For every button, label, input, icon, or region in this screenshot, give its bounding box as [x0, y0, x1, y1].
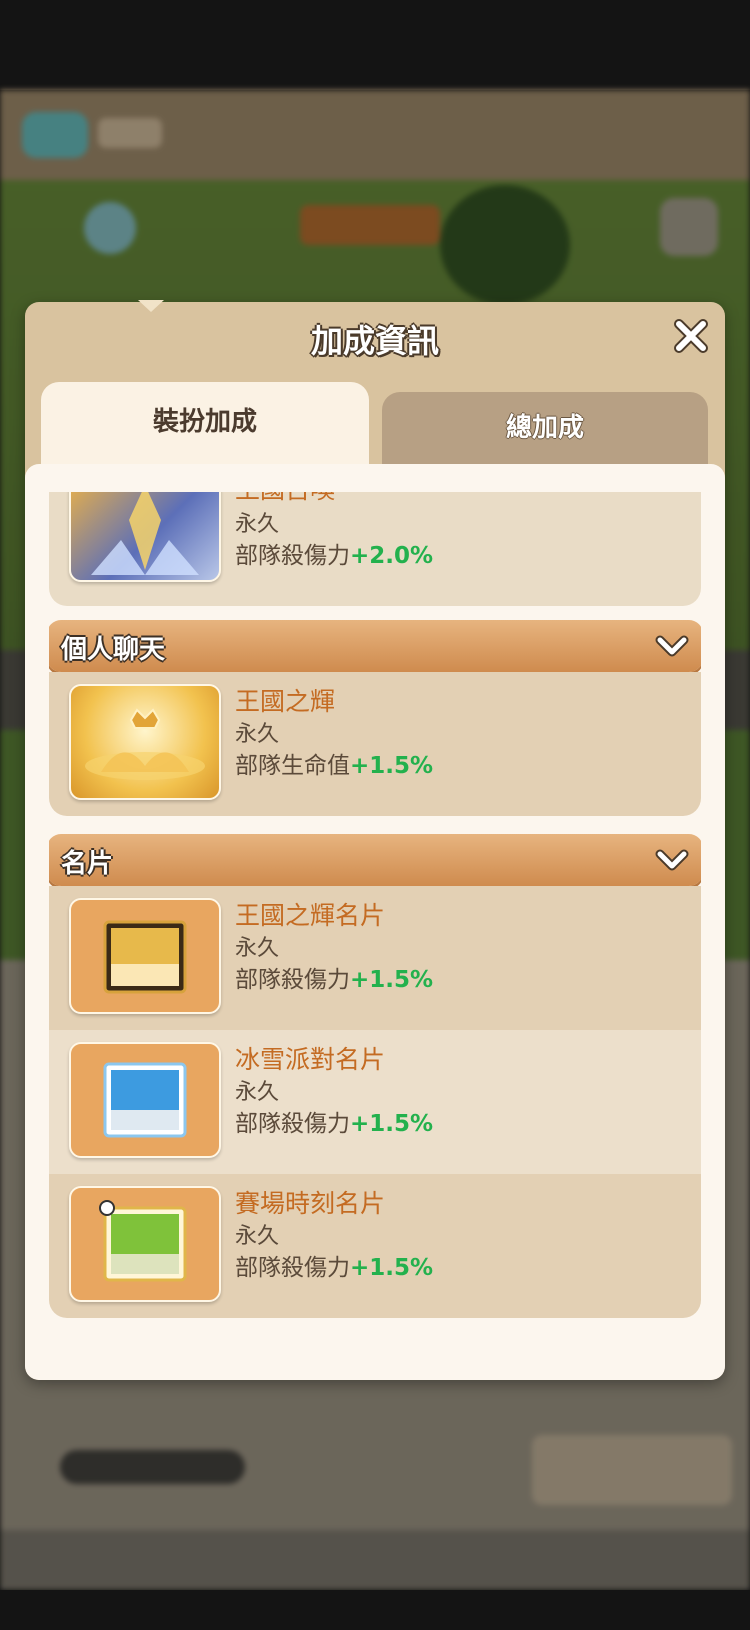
content-panel: 王國召喚 永久 部隊殺傷力+2.0% 個人聊天 — [25, 464, 725, 1380]
section-header-namecard[interactable]: 名片 — [49, 834, 701, 886]
item-name: 賽場時刻名片 — [235, 1189, 386, 1218]
stat-label: 部隊生命值 — [235, 753, 350, 779]
modal-notch — [138, 300, 164, 312]
item-name: 王國之輝名片 — [235, 901, 386, 930]
stat-label: 部隊殺傷力 — [235, 1255, 350, 1281]
tab-label: 總加成 — [505, 413, 584, 443]
stat-label: 部隊殺傷力 — [235, 967, 350, 993]
arena-moment-namecard-thumbnail — [69, 1186, 221, 1302]
chevron-down-icon — [655, 849, 689, 871]
item-stat: 部隊殺傷力+2.0% — [235, 536, 433, 570]
item-stat: 部隊殺傷力+1.5% — [235, 1248, 433, 1282]
tab-total-bonus[interactable]: 總加成 — [382, 392, 708, 464]
list-item: 賽場時刻名片 永久 部隊殺傷力+1.5% — [49, 1174, 701, 1318]
chevron-down-icon — [655, 635, 689, 657]
modal-title: 加成資訊 — [310, 322, 439, 360]
section-title: 個人聊天 — [61, 635, 166, 665]
list-item: 王國召喚 永久 部隊殺傷力+2.0% — [49, 492, 701, 606]
item-stat: 部隊殺傷力+1.5% — [235, 1104, 433, 1138]
list-item: 王國之輝名片 永久 部隊殺傷力+1.5% — [49, 886, 701, 1030]
bonus-list[interactable]: 王國召喚 永久 部隊殺傷力+2.0% 個人聊天 — [49, 492, 701, 1370]
item-duration: 永久 — [235, 936, 280, 961]
kingdom-summon-thumbnail — [69, 492, 221, 582]
item-name: 王國召喚 — [235, 492, 335, 506]
item-stat: 部隊生命值+1.5% — [235, 746, 433, 780]
kingdom-glory-thumbnail — [69, 684, 221, 800]
item-name: 王國之輝 — [235, 687, 336, 716]
bonus-info-modal: 加成資訊 總加成 裝扮加成 王國召喚 永久 — [25, 300, 725, 1380]
item-duration: 永久 — [235, 722, 280, 747]
list-item: 王國之輝 永久 部隊生命值+1.5% — [49, 672, 701, 816]
ice-party-namecard-thumbnail — [69, 1042, 221, 1158]
section-header-chat[interactable]: 個人聊天 — [49, 620, 701, 672]
close-button[interactable] — [671, 316, 711, 356]
stat-value: +2.0% — [350, 543, 434, 569]
item-duration: 永久 — [235, 1224, 280, 1249]
stat-value: +1.5% — [350, 1111, 434, 1137]
item-duration: 永久 — [235, 1080, 280, 1105]
list-item: 冰雪派對名片 永久 部隊殺傷力+1.5% — [49, 1030, 701, 1174]
item-stat: 部隊殺傷力+1.5% — [235, 960, 433, 994]
tab-outfit-bonus[interactable]: 裝扮加成 — [41, 382, 369, 464]
stat-value: +1.5% — [350, 1255, 434, 1281]
stat-value: +1.5% — [350, 753, 434, 779]
item-name: 冰雪派對名片 — [235, 1045, 386, 1074]
stat-label: 部隊殺傷力 — [235, 1111, 350, 1137]
kingdom-glory-namecard-thumbnail — [69, 898, 221, 1014]
item-duration: 永久 — [235, 512, 280, 537]
section-title: 名片 — [61, 849, 114, 879]
stat-value: +1.5% — [350, 967, 434, 993]
close-x-icon — [674, 319, 708, 353]
stat-label: 部隊殺傷力 — [235, 543, 350, 569]
bottom-black-bar — [0, 1590, 750, 1630]
tab-label: 裝扮加成 — [152, 407, 257, 437]
